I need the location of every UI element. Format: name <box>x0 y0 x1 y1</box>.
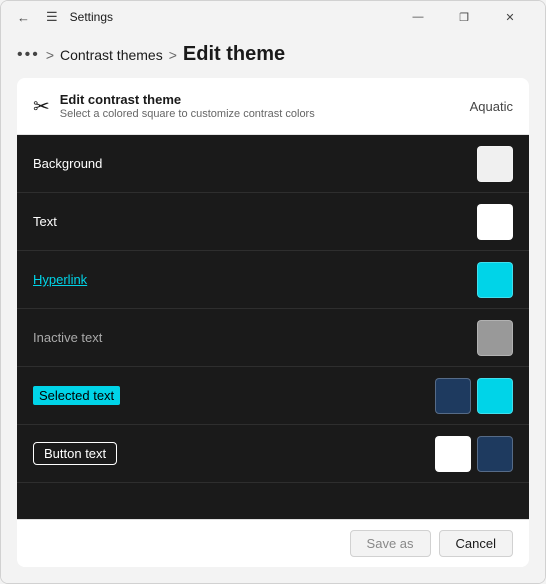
inactive-text-label: Inactive text <box>33 330 477 345</box>
theme-row-background: Background <box>17 135 529 193</box>
selected-text-swatches <box>435 378 513 414</box>
close-button[interactable]: ✕ <box>487 1 533 33</box>
breadcrumb-sep-1: > <box>46 47 54 63</box>
panel-header-title: Edit contrast theme <box>60 92 470 107</box>
maximize-button[interactable]: ❐ <box>441 1 487 33</box>
background-label: Background <box>33 156 477 171</box>
background-swatch[interactable] <box>477 146 513 182</box>
theme-badge: Aquatic <box>470 99 513 114</box>
content-area: ••• > Contrast themes > Edit theme ✂ Edi… <box>1 33 545 583</box>
panel-header-text: Edit contrast theme Select a colored squ… <box>60 92 470 120</box>
selected-bg-swatch[interactable] <box>435 378 471 414</box>
theme-row-selected-text: Selected text <box>17 367 529 425</box>
background-swatches <box>477 146 513 182</box>
titlebar-title: Settings <box>70 10 113 24</box>
edit-theme-panel: ✂ Edit contrast theme Select a colored s… <box>17 78 529 567</box>
breadcrumb-dots[interactable]: ••• <box>17 46 40 64</box>
text-swatch[interactable] <box>477 204 513 240</box>
hyperlink-swatches <box>477 262 513 298</box>
window-controls: — ❐ ✕ <box>395 1 533 33</box>
cancel-button[interactable]: Cancel <box>439 530 513 557</box>
theme-list: Background Text Hyperlink <box>17 135 529 519</box>
text-swatches <box>477 204 513 240</box>
panel-header: ✂ Edit contrast theme Select a colored s… <box>17 78 529 135</box>
button-text-swatches <box>435 436 513 472</box>
button-text-label[interactable]: Button text <box>33 442 117 465</box>
breadcrumb-current: Edit theme <box>183 43 285 66</box>
selected-text-label: Selected text <box>33 386 120 405</box>
minimize-button[interactable]: — <box>395 1 441 33</box>
titlebar-nav: ← ☰ <box>13 7 62 27</box>
panel-footer: Save as Cancel <box>17 519 529 567</box>
hyperlink-label[interactable]: Hyperlink <box>33 272 477 287</box>
selected-fg-swatch[interactable] <box>477 378 513 414</box>
panel-header-subtitle: Select a colored square to customize con… <box>60 108 470 120</box>
back-button[interactable]: ← <box>13 8 34 27</box>
titlebar: ← ☰ Settings — ❐ ✕ <box>1 1 545 33</box>
theme-row-inactive-text: Inactive text <box>17 309 529 367</box>
menu-button[interactable]: ☰ <box>42 7 62 27</box>
scissors-icon: ✂ <box>33 94 50 119</box>
button-bg-swatch[interactable] <box>435 436 471 472</box>
hyperlink-swatch[interactable] <box>477 262 513 298</box>
theme-row-hyperlink: Hyperlink <box>17 251 529 309</box>
save-as-button[interactable]: Save as <box>350 530 431 557</box>
inactive-text-swatches <box>477 320 513 356</box>
breadcrumb-contrast-themes[interactable]: Contrast themes <box>60 47 163 63</box>
inactive-text-swatch[interactable] <box>477 320 513 356</box>
theme-row-text: Text <box>17 193 529 251</box>
breadcrumb: ••• > Contrast themes > Edit theme <box>17 33 529 78</box>
button-fg-swatch[interactable] <box>477 436 513 472</box>
text-label: Text <box>33 214 477 229</box>
breadcrumb-sep-2: > <box>169 47 177 63</box>
settings-window: ← ☰ Settings — ❐ ✕ ••• > Contrast themes… <box>0 0 546 584</box>
theme-row-button-text: Button text <box>17 425 529 483</box>
